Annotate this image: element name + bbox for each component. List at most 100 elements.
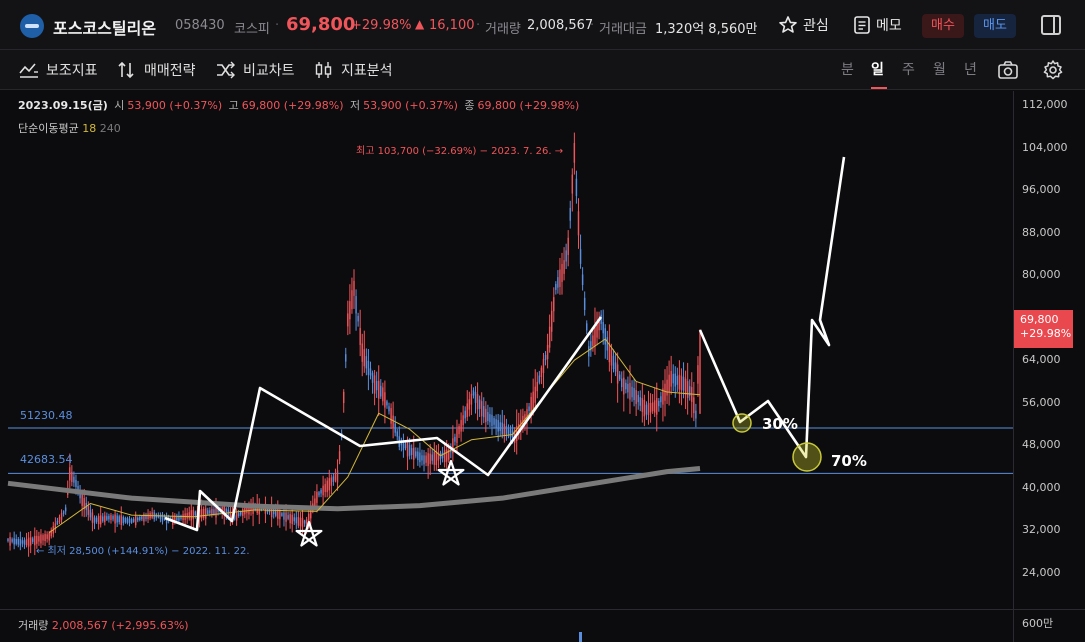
candle-body <box>396 431 398 437</box>
buy-button[interactable]: 매수 <box>922 14 964 38</box>
y-tick: 40,000 <box>1022 481 1061 494</box>
candle-body <box>645 404 648 415</box>
memo-button[interactable]: 메모 <box>853 13 902 37</box>
indicator-label: 보조지표 <box>46 63 98 79</box>
candle-body <box>489 414 491 423</box>
candle-body <box>102 516 104 522</box>
candle-body <box>242 509 244 516</box>
y-tick: 104,000 <box>1022 141 1068 154</box>
candle-body <box>95 517 98 522</box>
separator-dot: · <box>476 18 481 33</box>
candle-body <box>314 498 316 506</box>
candle-body <box>316 491 318 503</box>
volume-legend-label: 거래량 <box>18 619 49 632</box>
candle-body <box>577 211 580 236</box>
candle-body <box>633 388 635 401</box>
candle-body <box>423 455 425 465</box>
candle-body <box>75 479 77 487</box>
candle-body <box>433 451 436 465</box>
candle-body <box>406 442 409 457</box>
period-month[interactable]: 월 <box>933 59 946 79</box>
camera-icon[interactable] <box>997 59 1019 81</box>
period-day[interactable]: 일 <box>871 59 884 79</box>
analysis-button[interactable]: 지표분석 <box>313 60 393 80</box>
y-tick: 88,000 <box>1022 226 1061 239</box>
candle-body <box>637 394 639 403</box>
candle-body <box>569 207 571 221</box>
compare-label: 비교차트 <box>243 63 295 79</box>
star-icon <box>779 16 797 33</box>
candle-body <box>588 346 590 357</box>
candle-body <box>575 178 578 196</box>
moving-average-legend[interactable]: 단순이동평균 18 240 <box>18 120 121 136</box>
candle-body <box>338 451 341 461</box>
candle-body <box>672 373 674 384</box>
candle-body <box>190 510 193 521</box>
ma240-line <box>7 465 701 512</box>
candle-body <box>643 399 646 417</box>
strategy-button[interactable]: 매매전략 <box>116 60 196 80</box>
period-week[interactable]: 주 <box>902 59 915 79</box>
candle-body <box>553 297 555 312</box>
candle-body <box>623 377 625 395</box>
candle-body <box>380 385 382 397</box>
price-axis-divider <box>1013 91 1014 642</box>
settings-gear-icon[interactable] <box>1042 59 1064 81</box>
up-arrow-icon: ▲ <box>415 17 425 31</box>
period-year[interactable]: 년 <box>964 59 977 79</box>
ohlc-legend: 2023.09.15(금) 시 53,900 (+0.37%) 고 69,800 (… <box>18 97 582 113</box>
ma18-line <box>48 338 701 534</box>
candle-body <box>413 447 415 460</box>
candle-body <box>137 517 139 521</box>
candle-body <box>557 277 559 288</box>
company-logo <box>20 14 44 38</box>
candle-body <box>7 538 9 541</box>
candle-body <box>104 515 106 523</box>
candle-body <box>664 383 666 401</box>
candle-body <box>647 403 650 416</box>
candle-body <box>509 429 512 438</box>
candle-body <box>371 372 374 383</box>
candle-body <box>332 476 335 482</box>
active-period-indicator <box>871 87 887 89</box>
compare-icon <box>217 61 235 79</box>
indicator-button[interactable]: 보조지표 <box>18 60 98 80</box>
candle-body <box>139 516 141 521</box>
candle-body <box>11 539 13 542</box>
candle-body <box>349 301 351 320</box>
candle-body <box>161 514 164 522</box>
candle-body <box>534 386 536 403</box>
candle-body <box>188 512 190 519</box>
candle-body <box>9 536 11 546</box>
volume-legend-value: 2,008,567 (+2,995.63%) <box>51 619 189 632</box>
period-minute[interactable]: 분 <box>841 59 854 79</box>
candle-body <box>544 354 547 361</box>
upper-hline-label: 51230.48 <box>20 409 73 422</box>
favorite-button[interactable]: 관심 <box>778 13 829 37</box>
y-tick: 64,000 <box>1022 353 1061 366</box>
candle-body <box>110 515 112 521</box>
candle-body <box>375 381 378 391</box>
candle-body <box>120 515 122 525</box>
candle-body <box>653 400 656 413</box>
compare-button[interactable]: 비교차트 <box>215 60 295 80</box>
tag-percent: +29.98% <box>1020 327 1072 340</box>
candle-body <box>303 520 306 524</box>
candle-body <box>474 391 477 403</box>
candle-body <box>686 381 689 398</box>
side-panel-toggle-icon[interactable] <box>1041 15 1061 35</box>
sell-button[interactable]: 매도 <box>974 14 1016 38</box>
candle-body <box>656 397 658 415</box>
price-chart[interactable] <box>0 91 1085 642</box>
candle-body <box>540 367 543 378</box>
high-value: 69,800 <box>241 99 281 112</box>
stock-name[interactable]: 포스코스틸리온 <box>53 15 156 39</box>
ma-label: 단순이동평균 <box>18 122 79 135</box>
candle-body <box>60 513 63 520</box>
candle-body <box>106 516 108 520</box>
high-label: 고 <box>228 99 239 112</box>
candle-body <box>581 274 584 285</box>
candle-body <box>25 539 28 546</box>
candle-body <box>563 260 565 274</box>
candle-body <box>458 426 460 435</box>
